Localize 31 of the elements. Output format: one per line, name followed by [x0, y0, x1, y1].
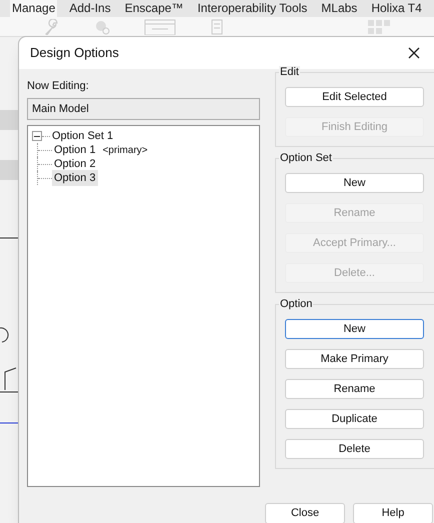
group-title: Option [279, 298, 314, 311]
grid-icon[interactable] [368, 18, 390, 34]
ribbon-tab[interactable]: MLabs [319, 0, 360, 17]
ribbon-tab[interactable]: Holixa T4 [369, 0, 424, 17]
form-icon[interactable] [144, 18, 176, 34]
dialog-button[interactable]: Make Primary [285, 349, 424, 369]
dialog-button[interactable]: Duplicate [285, 409, 424, 429]
dialog-button[interactable]: New [285, 173, 424, 193]
ribbon-tab[interactable]: Enscape™ [122, 0, 186, 17]
primary-tag: <primary> [102, 142, 148, 158]
ribbon-tab[interactable]: Add-Ins [67, 0, 113, 17]
tree-item[interactable]: Option 1 [52, 142, 98, 158]
now-editing-field: Main Model [27, 98, 260, 120]
dialog-button[interactable]: New [285, 319, 424, 339]
collapse-toggle[interactable] [32, 131, 42, 141]
tree-item[interactable]: Option 3 [52, 170, 98, 186]
ribbon-tab[interactable]: Interoperability Tools [195, 0, 310, 17]
dialog-button[interactable]: Delete [285, 439, 424, 459]
dialog-button[interactable]: Rename [285, 379, 424, 399]
close-icon[interactable] [408, 47, 420, 59]
ribbon-tab[interactable]: Manage [10, 0, 58, 17]
now-editing-label: Now Editing: [27, 79, 90, 93]
window-title: Design Options [30, 44, 119, 62]
list-icon[interactable] [210, 18, 224, 34]
dialog-button[interactable]: Edit Selected [285, 87, 424, 107]
dialog-button[interactable]: Close [265, 503, 345, 523]
tree-item[interactable]: Option 2 [52, 156, 98, 172]
globe-icon[interactable] [94, 18, 110, 34]
tree-item[interactable]: Option Set 1 [50, 128, 114, 144]
group-title: Option Set [279, 152, 333, 165]
dialog-button[interactable]: Help [353, 503, 433, 523]
